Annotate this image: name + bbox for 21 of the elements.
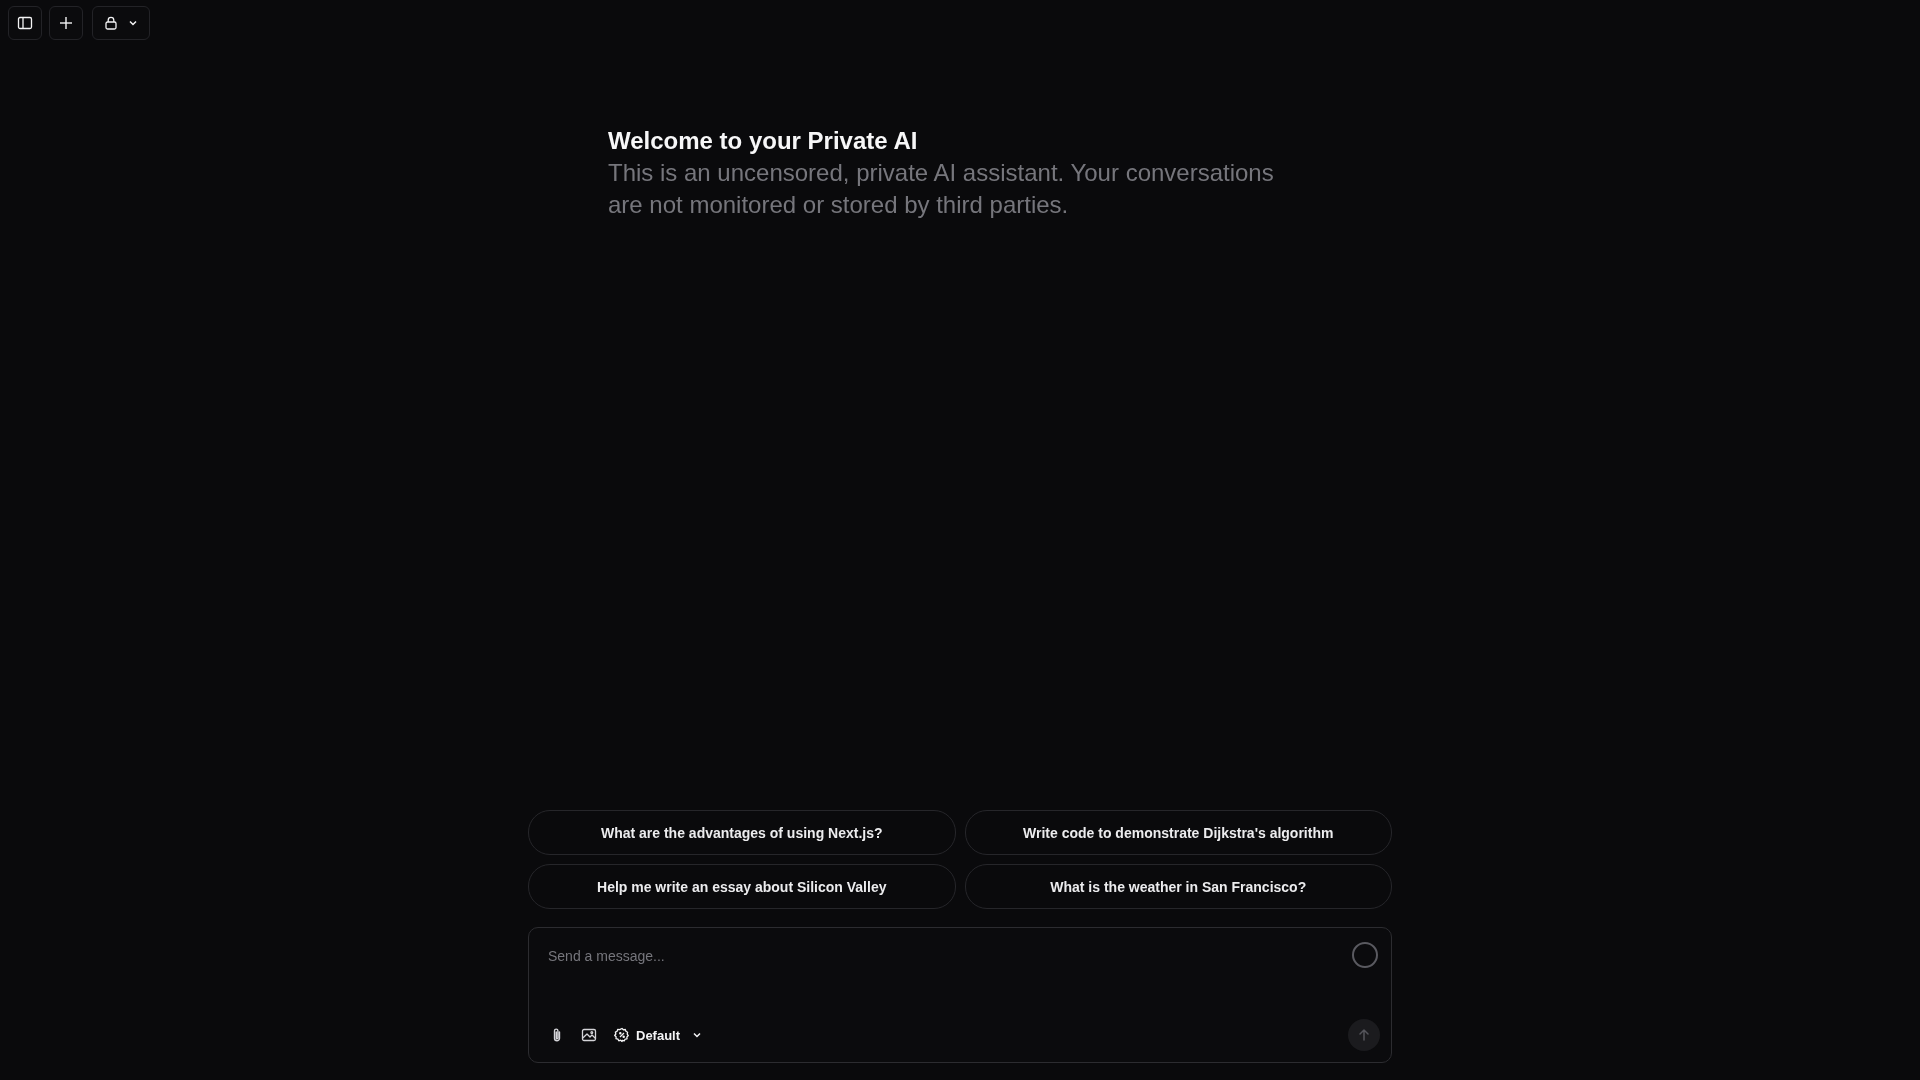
suggestion-button[interactable]: Help me write an essay about Silicon Valley [528,864,956,909]
percent-badge-icon [614,1027,630,1043]
image-icon [581,1027,597,1043]
welcome-title: Welcome to your Private AI [608,126,919,156]
caret-icon [692,1030,703,1040]
sidebar-toggle-button[interactable] [8,6,42,40]
message-composer[interactable]: Send a message... Default [528,927,1392,1063]
suggestion-button[interactable]: What are the advantages of using Next.js? [528,810,956,855]
caret-icon [128,18,138,28]
lock-icon [104,16,118,30]
privacy-dropdown[interactable] [92,6,150,40]
mode-dropdown[interactable]: Default [612,1023,705,1047]
new-chat-button[interactable] [49,6,83,40]
sidebar-icon [17,15,33,31]
suggestion-button[interactable]: Write code to demonstrate Dijkstra's algorithm [964,810,1392,855]
suggestion-button[interactable]: What is the weather in San Francisco? [964,864,1392,909]
arrow-up-icon [1357,1028,1371,1042]
ring-icon [1352,942,1378,968]
welcome-subtitle: This is an uncensored, private AI assistant. Your conversations are not monitored or stored by third parties. [608,158,1275,220]
plus-icon [58,15,74,31]
message-field[interactable]: Send a message... [548,940,1340,1004]
